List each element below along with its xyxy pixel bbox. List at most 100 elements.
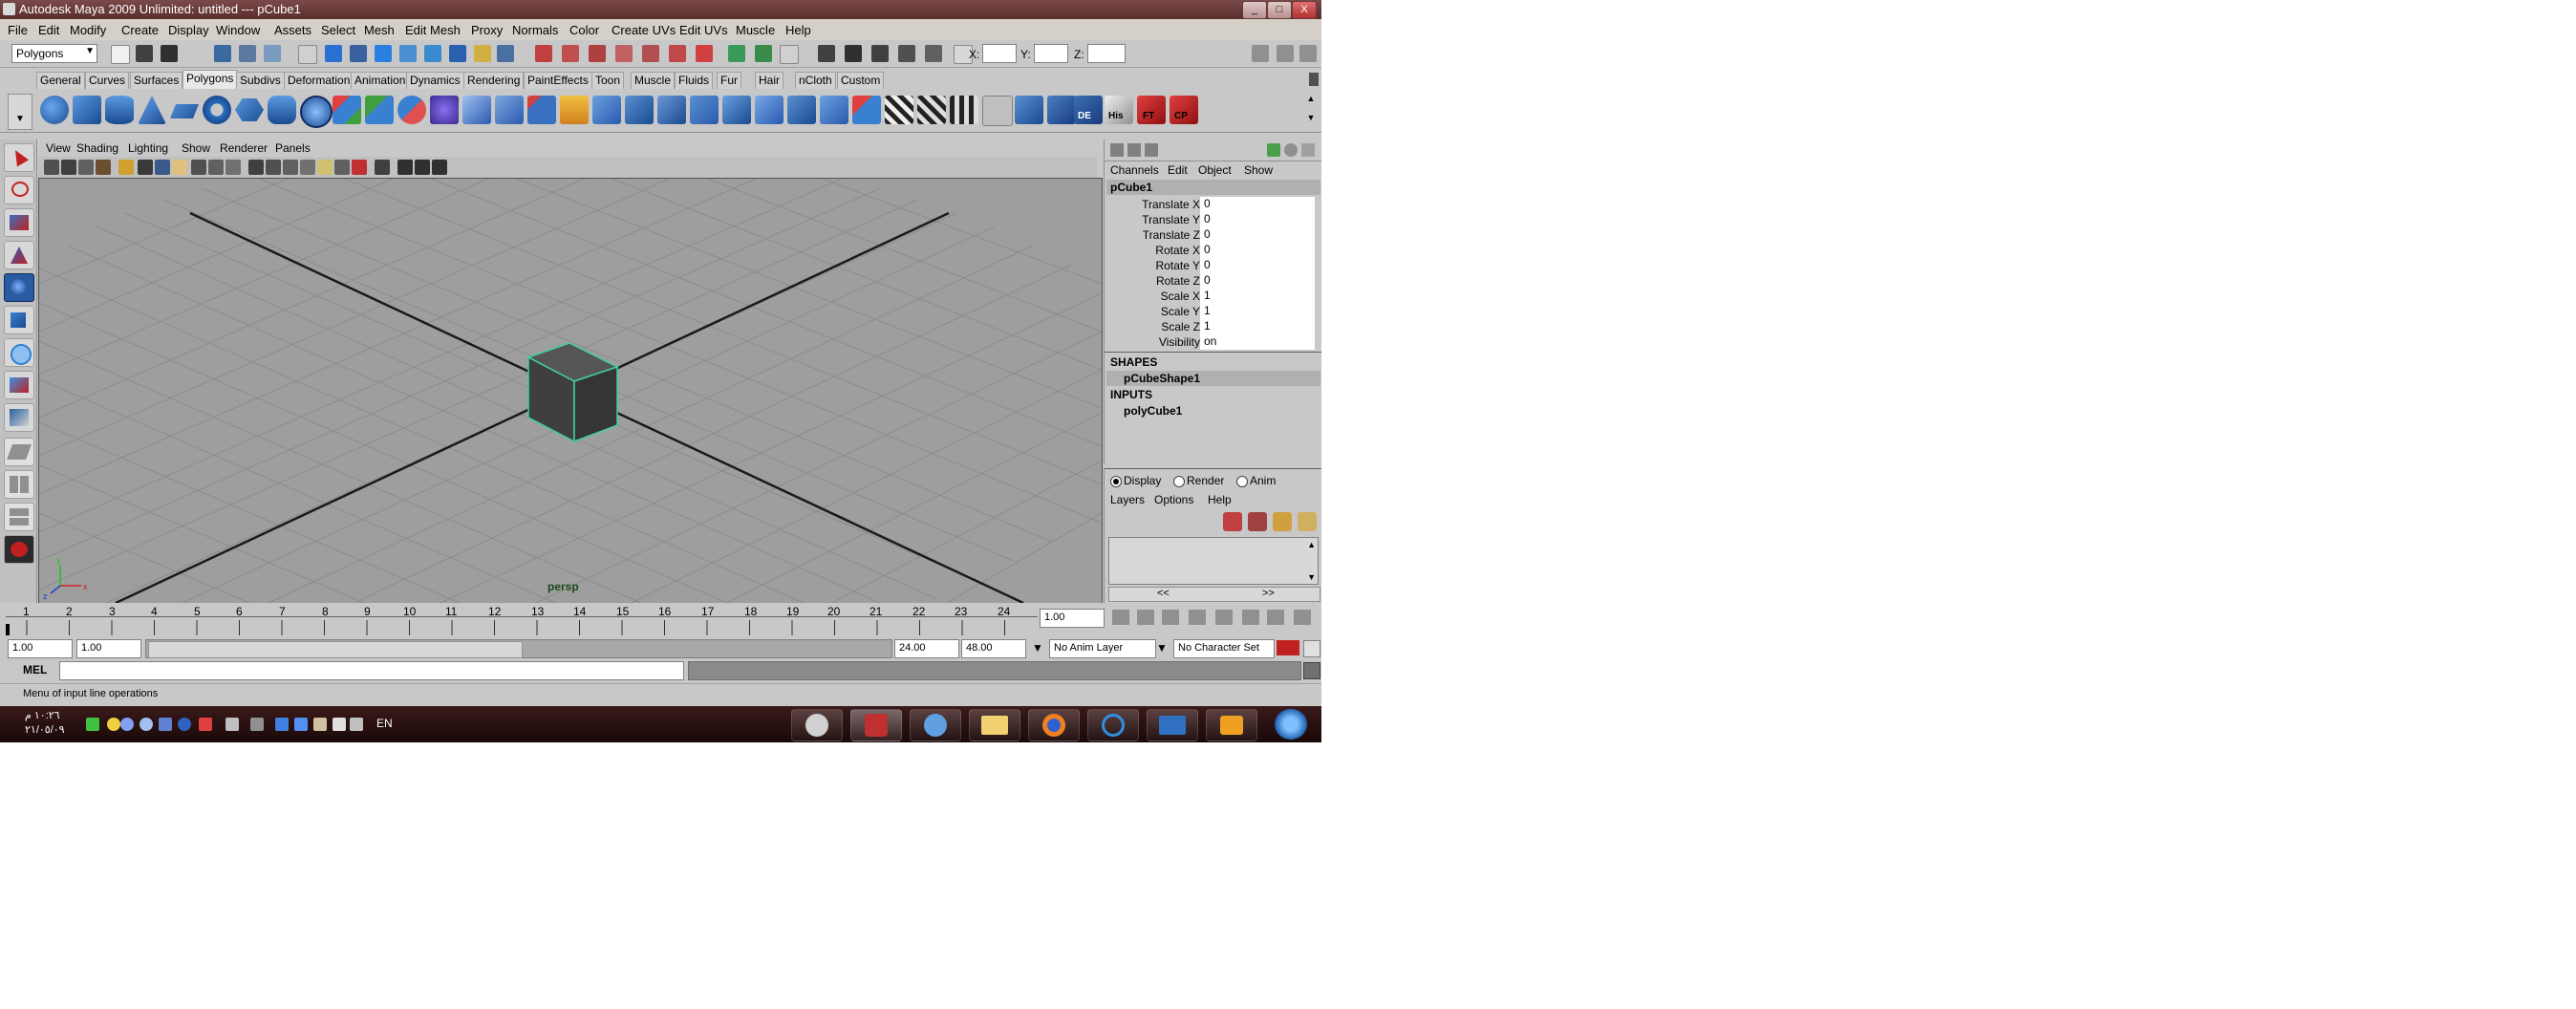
- tab-fluids[interactable]: Fluids: [675, 72, 714, 89]
- channels-edit-menu[interactable]: Edit: [1168, 163, 1188, 177]
- menu-help[interactable]: Help: [785, 23, 811, 37]
- play-backwards-icon[interactable]: [1189, 610, 1206, 625]
- attr-value[interactable]: 0: [1200, 227, 1315, 243]
- close-button[interactable]: X: [1292, 1, 1317, 19]
- mel-label[interactable]: MEL: [23, 663, 47, 676]
- options-menu[interactable]: Options: [1154, 493, 1193, 506]
- range-bar[interactable]: [145, 639, 892, 658]
- attr-value[interactable]: 1: [1200, 319, 1315, 334]
- scroll-down-icon[interactable]: ▼: [1307, 572, 1316, 582]
- attr-row-scale-x[interactable]: Scale X1: [1105, 289, 1321, 304]
- lock-icon[interactable]: [474, 45, 491, 62]
- cylindrical-mapping-icon[interactable]: [917, 96, 946, 124]
- poly-prism-icon[interactable]: [235, 98, 264, 121]
- taskbar-app-users[interactable]: [910, 709, 961, 741]
- layer-list[interactable]: ▲ ▼: [1108, 537, 1319, 585]
- attr-value[interactable]: 0: [1200, 258, 1315, 273]
- collapse-icon[interactable]: [755, 96, 784, 124]
- step-back-key-icon[interactable]: [1162, 610, 1179, 625]
- wireframe-icon[interactable]: [248, 160, 264, 175]
- viewport-menu-shading[interactable]: Shading: [76, 141, 118, 155]
- xray-icon[interactable]: [352, 160, 367, 175]
- viewport-menu-panels[interactable]: Panels: [275, 141, 311, 155]
- use-all-lights-icon[interactable]: [317, 160, 333, 175]
- menu-assets[interactable]: Assets: [274, 23, 311, 37]
- playback-start-field[interactable]: 1.00: [76, 639, 141, 658]
- power-icon[interactable]: [250, 718, 264, 731]
- character-set-dropdown[interactable]: No Character Set: [1173, 639, 1275, 658]
- menu-create-uvs[interactable]: Create UVs: [612, 23, 676, 37]
- snap-grid-icon[interactable]: [325, 45, 342, 62]
- step-forward-key-icon[interactable]: [1242, 610, 1259, 625]
- layout-maya-icon[interactable]: [4, 535, 34, 564]
- keyboard-icon[interactable]: [333, 718, 346, 731]
- menu-modify[interactable]: Modify: [70, 23, 106, 37]
- anim-layer-dropdown[interactable]: No Anim Layer: [1049, 639, 1156, 658]
- camera-icon[interactable]: [818, 45, 835, 62]
- attr-value[interactable]: 1: [1200, 304, 1315, 319]
- attr-row-visibility[interactable]: Visibility on: [1105, 334, 1321, 350]
- taskbar-app-explorer[interactable]: [969, 709, 1020, 741]
- viewport-menu-show[interactable]: Show: [182, 141, 210, 155]
- image-plane-icon[interactable]: [96, 160, 111, 175]
- poly-helix-icon[interactable]: [300, 96, 333, 128]
- safe-action-icon[interactable]: [208, 160, 224, 175]
- show-channel-box-icon[interactable]: [1299, 45, 1317, 62]
- freeze-transform-icon[interactable]: FT: [1137, 96, 1166, 124]
- movie-icon[interactable]: [845, 45, 862, 62]
- select-tool-icon[interactable]: [4, 143, 34, 172]
- paint-select-tool-icon[interactable]: [4, 208, 34, 237]
- tab-ncloth[interactable]: nCloth: [795, 72, 836, 89]
- isolate-select-icon[interactable]: [375, 160, 390, 175]
- channels-show-menu[interactable]: Show: [1244, 163, 1273, 177]
- wireframe-on-shaded-icon[interactable]: [283, 160, 298, 175]
- menu-edit[interactable]: Edit: [38, 23, 59, 37]
- tab-painteffects[interactable]: PaintEffects: [524, 72, 592, 89]
- z-input[interactable]: [1087, 44, 1126, 63]
- attr-value[interactable]: on: [1200, 334, 1315, 350]
- new-scene-icon[interactable]: [111, 45, 130, 64]
- attr-row-scale-y[interactable]: Scale Y1: [1105, 304, 1321, 319]
- poly-plane-icon[interactable]: [170, 104, 199, 118]
- anim-mode-radio[interactable]: [1236, 476, 1248, 487]
- render-globe-icon[interactable]: [1284, 143, 1298, 157]
- step-back-frame-icon[interactable]: [1137, 610, 1154, 625]
- tab-curves[interactable]: Curves: [85, 72, 130, 89]
- delete-history-icon[interactable]: His: [1105, 96, 1133, 124]
- tab-dynamics[interactable]: Dynamics: [406, 72, 464, 89]
- merge-icon[interactable]: [722, 96, 751, 124]
- attr-value[interactable]: 0: [1200, 212, 1315, 227]
- film-gate-icon[interactable]: [138, 160, 153, 175]
- mirror-icon[interactable]: [852, 96, 881, 124]
- step-forward-frame-icon[interactable]: [1267, 610, 1284, 625]
- bookmark-icon[interactable]: [78, 160, 94, 175]
- high-quality-icon[interactable]: [415, 160, 430, 175]
- menu-display[interactable]: Display: [168, 23, 209, 37]
- pcube1-mesh[interactable]: [526, 342, 619, 443]
- universal-manipulator-icon[interactable]: [4, 338, 34, 367]
- make-live-icon[interactable]: [424, 45, 441, 62]
- combine-icon[interactable]: [333, 96, 361, 124]
- tab-hair[interactable]: Hair: [755, 72, 784, 89]
- chevron-down-icon[interactable]: ▼: [1156, 641, 1168, 655]
- time-slider[interactable]: 1 2 3 4 5 6 7 8 9 10 11 12 13 14 15 16 1…: [0, 603, 1321, 637]
- taskbar-app-network[interactable]: [1147, 709, 1198, 741]
- minimize-button[interactable]: _: [1242, 1, 1267, 19]
- attr-value[interactable]: 0: [1200, 197, 1315, 212]
- update-icon[interactable]: [120, 718, 134, 731]
- open-scene-icon[interactable]: [136, 45, 153, 62]
- render-settings-icon[interactable]: [669, 45, 686, 62]
- taskbar-app-player[interactable]: [1206, 709, 1257, 741]
- render-icon[interactable]: [925, 45, 942, 62]
- help-menu[interactable]: Help: [1208, 493, 1232, 506]
- bridge-icon[interactable]: [495, 96, 524, 124]
- persp-outliner-layout-icon[interactable]: [4, 503, 34, 531]
- attr-row-scale-z[interactable]: Scale Z1: [1105, 319, 1321, 334]
- snap-curve-icon[interactable]: [350, 45, 367, 62]
- snap-point-icon[interactable]: [375, 45, 392, 62]
- playback-end-field[interactable]: 24.00: [894, 639, 959, 658]
- tab-subdivs[interactable]: Subdivs: [236, 72, 285, 89]
- poly-sphere-icon[interactable]: [40, 96, 69, 124]
- viewport-menu-view[interactable]: View: [46, 141, 71, 155]
- playblast-icon[interactable]: [898, 45, 915, 62]
